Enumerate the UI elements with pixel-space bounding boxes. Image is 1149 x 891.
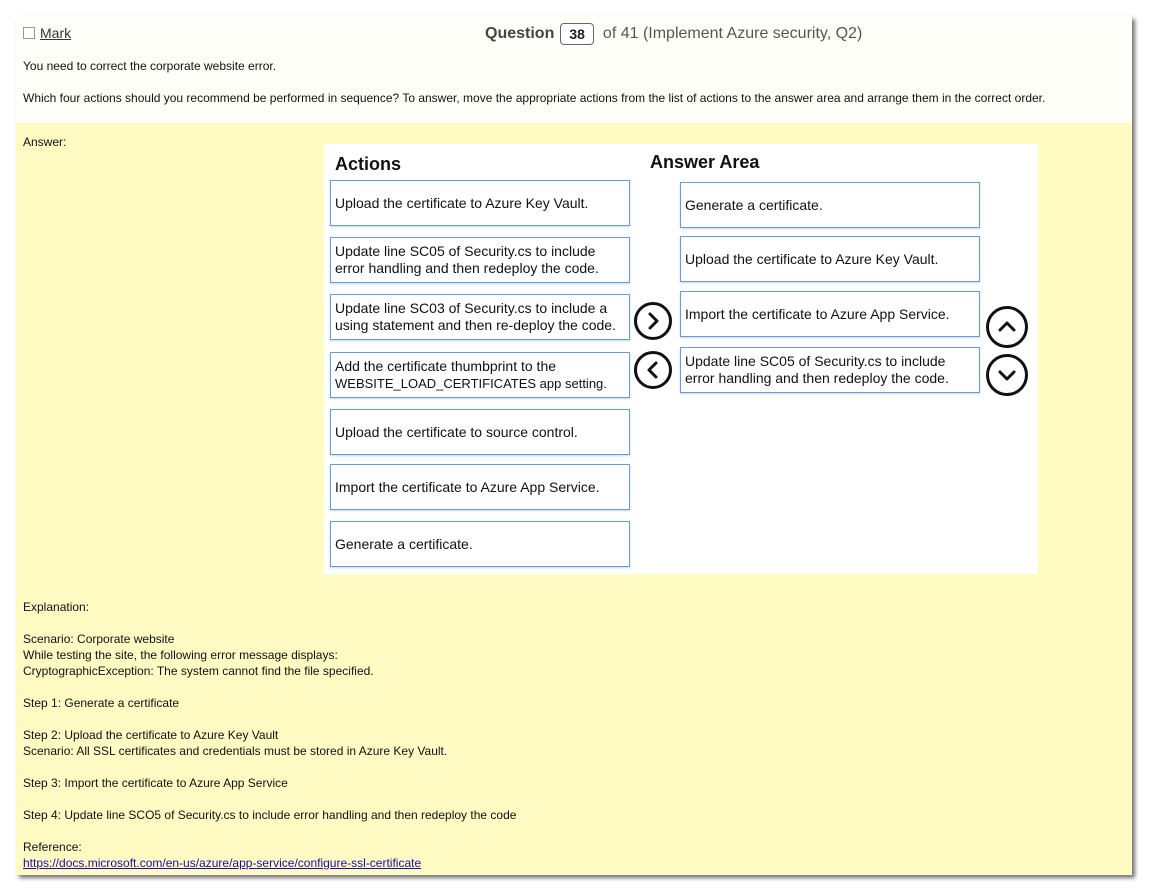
question-header: Question 38 of 41 (Implement Azure secur… xyxy=(485,20,862,48)
explanation-title: Explanation: xyxy=(23,600,90,614)
answer-section: Answer: Actions Answer Area Upload the c… xyxy=(16,123,1132,875)
chevron-left-icon xyxy=(647,361,658,379)
question-number-input[interactable]: 38 xyxy=(560,23,594,45)
action-item-text: Upload the certificate to Azure Key Vaul… xyxy=(335,194,589,211)
answer-item-text: Import the certificate to Azure App Serv… xyxy=(685,305,950,322)
question-word: Question xyxy=(485,25,555,42)
actions-title: Actions xyxy=(335,154,402,174)
answer-item[interactable]: Generate a certificate. xyxy=(680,182,980,228)
question-count-and-topic: of 41 (Implement Azure security, Q2) xyxy=(602,25,863,42)
drag-drop-panel: Actions Answer Area Upload the certifica… xyxy=(324,144,1038,574)
action-item-text: Update line SC03 of Security.cs to inclu… xyxy=(335,300,616,333)
answer-label: Answer: xyxy=(23,135,67,149)
explanation-exception-line: CryptographicException: The system canno… xyxy=(23,664,374,678)
answer-item[interactable]: Import the certificate to Azure App Serv… xyxy=(680,291,980,337)
answer-area-title: Answer Area xyxy=(650,152,760,172)
explanation-scenario: Scenario: Corporate website xyxy=(23,632,175,646)
action-item-text: Add the certificate thumbprint to the xyxy=(335,358,557,374)
action-item-text: Import the certificate to Azure App Serv… xyxy=(335,478,600,495)
move-up-button[interactable] xyxy=(986,306,1028,348)
move-left-button[interactable] xyxy=(634,351,672,389)
reference-label: Reference: xyxy=(23,840,82,854)
answer-item[interactable]: Update line SC05 of Security.cs to inclu… xyxy=(680,347,980,393)
chevron-right-icon xyxy=(648,312,659,330)
explanation-step-3: Step 3: Import the certificate to Azure … xyxy=(23,776,288,790)
answer-item-text: Update line SC05 of Security.cs to inclu… xyxy=(685,353,949,386)
action-item[interactable]: Generate a certificate. xyxy=(330,521,630,567)
action-item-text: Upload the certificate to source control… xyxy=(335,423,578,440)
explanation-step-2-scenario: Scenario: All SSL certificates and crede… xyxy=(23,744,448,758)
explanation-step-1: Step 1: Generate a certificate xyxy=(23,696,180,710)
action-item[interactable]: Update line SC03 of Security.cs to inclu… xyxy=(330,294,630,340)
mark-checkbox[interactable] xyxy=(23,27,35,39)
explanation-step-2: Step 2: Upload the certificate to Azure … xyxy=(23,728,279,742)
mark-checkbox-control[interactable]: Mark xyxy=(23,25,71,41)
action-item-text: Generate a certificate. xyxy=(335,535,473,552)
mark-label[interactable]: Mark xyxy=(40,25,71,41)
action-item[interactable]: Import the certificate to Azure App Serv… xyxy=(330,464,630,510)
answer-item[interactable]: Upload the certificate to Azure Key Vaul… xyxy=(680,236,980,282)
prompt-line-2: Which four actions should you recommend … xyxy=(23,91,1046,105)
action-item-text: WEBSITE_LOAD_CERTIFICATES app setting. xyxy=(335,376,607,391)
action-item[interactable]: Add the certificate thumbprint to the WE… xyxy=(330,352,630,398)
explanation-step-4: Step 4: Update line SCO5 of Security.cs … xyxy=(23,808,517,822)
chevron-down-icon xyxy=(998,370,1016,381)
move-right-button[interactable] xyxy=(634,302,672,340)
question-window: Mark Question 38 of 41 (Implement Azure … xyxy=(16,16,1132,875)
action-item[interactable]: Upload the certificate to Azure Key Vaul… xyxy=(330,180,630,226)
explanation-testing-line: While testing the site, the following er… xyxy=(23,648,338,662)
chevron-up-icon xyxy=(998,321,1016,332)
action-item[interactable]: Upload the certificate to source control… xyxy=(330,409,630,455)
reference-link[interactable]: https://docs.microsoft.com/en-us/azure/a… xyxy=(23,856,421,870)
action-item[interactable]: Update line SC05 of Security.cs to inclu… xyxy=(330,237,630,283)
action-item-text: Update line SC05 of Security.cs to inclu… xyxy=(335,243,599,276)
move-down-button[interactable] xyxy=(986,354,1028,396)
answer-item-text: Generate a certificate. xyxy=(685,196,823,213)
answer-item-text: Upload the certificate to Azure Key Vaul… xyxy=(685,250,939,267)
prompt-line-1: You need to correct the corporate websit… xyxy=(23,59,277,73)
